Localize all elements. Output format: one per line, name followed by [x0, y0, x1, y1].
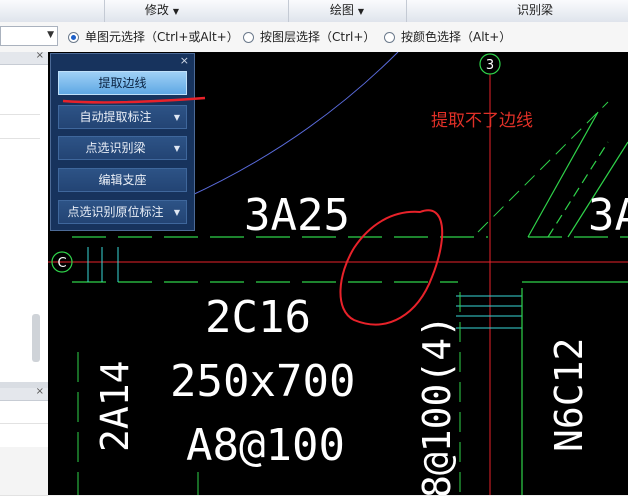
list-item[interactable] [0, 401, 48, 424]
menu-draw-label: 绘图 [329, 3, 354, 17]
axis-label-row: C [57, 256, 66, 271]
list-item[interactable] [0, 86, 40, 115]
chevron-down-icon: ▼ [173, 113, 180, 122]
close-icon[interactable]: × [36, 386, 44, 397]
web-rebar-text: N6C12 [547, 338, 591, 452]
left-dock: × × [0, 50, 48, 496]
dock-header: × [0, 50, 48, 65]
list-item[interactable] [0, 114, 40, 139]
radio-by-color[interactable]: 按颜色选择（Alt+） [384, 28, 511, 46]
chevron-down-icon: ▼ [172, 7, 180, 16]
close-icon[interactable]: × [180, 54, 189, 67]
radio-by-color-label: 按颜色选择（Alt+） [401, 30, 512, 44]
extract-edge-button[interactable]: 提取边线 [58, 71, 187, 95]
rebar-bottom-text: 2C16 [205, 292, 311, 343]
radio-by-layer-label: 按图层选择（Ctrl+） [260, 30, 376, 44]
list-item[interactable] [0, 423, 48, 448]
point-identify-beam-label: 点选识别梁 [85, 141, 146, 155]
recognition-panel: × 提取边线 自动提取标注 ▼ 点选识别梁 ▼ 编辑支座 点选识别原位标注 ▼ [50, 53, 206, 231]
stirrup-vertical-text: 8@100(4) [415, 315, 459, 495]
radio-by-layer[interactable]: 按图层选择（Ctrl+） [243, 28, 375, 46]
radio-unselected-icon [243, 32, 254, 43]
side-rebar-text: 2A14 [93, 360, 137, 452]
arc-line [187, 52, 399, 198]
layer-combo[interactable]: ▼ [0, 26, 58, 46]
auto-extract-label-button[interactable]: 自动提取标注 ▼ [58, 105, 187, 129]
point-identify-beam-button[interactable]: 点选识别梁 ▼ [58, 136, 187, 160]
point-identify-original-label-button[interactable]: 点选识别原位标注 ▼ [58, 200, 187, 224]
menu-modify[interactable]: 修改 ▼ [104, 0, 220, 22]
extract-edge-label: 提取边线 [98, 76, 147, 90]
selection-toolbar: ▼ 单图元选择（Ctrl+或Alt+） 按图层选择（Ctrl+） 按颜色选择（A… [0, 22, 628, 53]
radio-single-element-label: 单图元选择（Ctrl+或Alt+） [85, 30, 239, 44]
list-item[interactable] [0, 447, 48, 496]
auto-extract-label: 自动提取标注 [79, 110, 152, 124]
radio-single-element[interactable]: 单图元选择（Ctrl+或Alt+） [68, 28, 239, 46]
point-identify-original-label: 点选识别原位标注 [67, 205, 164, 219]
section-text: 250x700 [170, 356, 355, 407]
chevron-down-icon: ▼ [173, 144, 180, 153]
axis-label-col: 3 [486, 58, 494, 73]
menu-bar: 修改 ▼ 绘图 ▼ 识别梁 [0, 0, 628, 23]
close-icon[interactable]: × [36, 50, 44, 61]
chevron-down-icon: ▼ [173, 208, 180, 217]
dock-header: × [0, 386, 48, 401]
scrollbar-thumb[interactable] [32, 314, 40, 362]
radio-selected-icon [68, 32, 79, 43]
edit-support-button[interactable]: 编辑支座 [58, 168, 187, 192]
annotation-circle [339, 209, 444, 326]
edit-support-label: 编辑支座 [98, 173, 147, 187]
annotation-note: 提取不了边线 [431, 111, 533, 131]
menu-separator [406, 0, 407, 22]
rebar-top-right-text: 3A [588, 190, 628, 241]
menu-modify-label: 修改 [144, 3, 169, 17]
radio-unselected-icon [384, 32, 395, 43]
menu-draw[interactable]: 绘图 ▼ [288, 0, 406, 22]
menu-identify-beam-label: 识别梁 [516, 3, 553, 17]
chevron-down-icon: ▼ [357, 7, 365, 16]
menu-identify-beam[interactable]: 识别梁 [500, 0, 570, 22]
rebar-top-text: 3A25 [244, 190, 350, 241]
chevron-down-icon: ▼ [47, 30, 54, 40]
stirrup-text: A8@100 [186, 420, 345, 471]
